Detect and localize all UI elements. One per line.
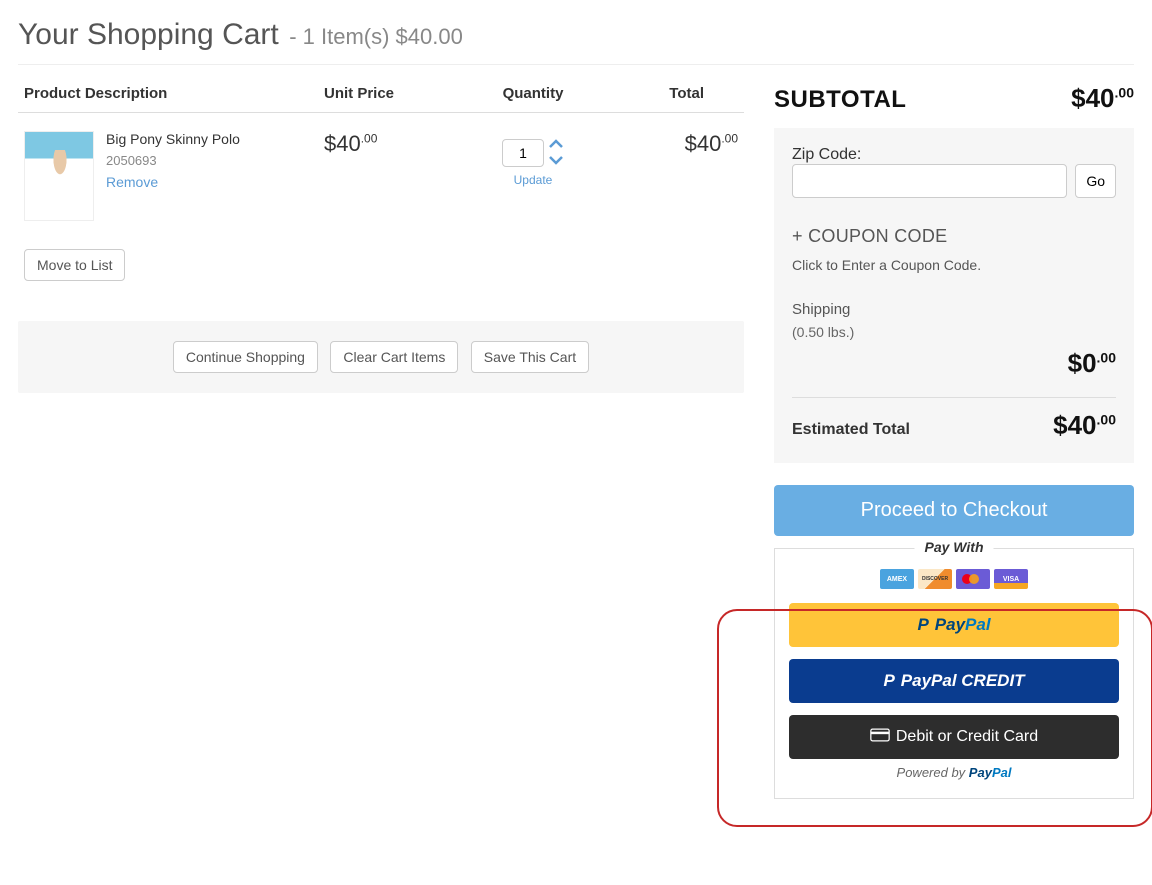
visa-icon: VISA bbox=[994, 569, 1028, 589]
summary-panel: Zip Code: Go + COUPON CODE Click to Ente… bbox=[774, 128, 1134, 463]
zip-label: Zip Code: bbox=[792, 146, 861, 163]
table-row: Big Pony Skinny Polo 2050693 Remove $40.… bbox=[18, 113, 744, 232]
qty-up-icon[interactable] bbox=[548, 137, 564, 153]
page-title-sub: - 1 Item(s) $40.00 bbox=[289, 24, 463, 49]
mastercard-icon bbox=[956, 569, 990, 589]
subtotal-row: SUBTOTAL $40.00 bbox=[774, 75, 1134, 128]
paypal-credit-button[interactable]: P PayPal CREDIT bbox=[789, 659, 1119, 703]
cart-table: Product Description Unit Price Quantity … bbox=[18, 75, 744, 291]
debit-credit-button[interactable]: Debit or Credit Card bbox=[789, 715, 1119, 759]
shipping-label: Shipping bbox=[792, 301, 1116, 318]
discover-icon: DISCOVER bbox=[918, 569, 952, 589]
page-title-row: Your Shopping Cart - 1 Item(s) $40.00 bbox=[18, 0, 1134, 65]
pay-with-box: Pay With AMEX DISCOVER VISA P PayPal P P… bbox=[774, 548, 1134, 799]
card-icon bbox=[870, 728, 890, 747]
col-quantity: Quantity bbox=[468, 75, 598, 113]
paypal-logo-icon: P bbox=[883, 671, 894, 691]
zip-input[interactable] bbox=[792, 164, 1067, 198]
coupon-subtext: Click to Enter a Coupon Code. bbox=[792, 257, 1116, 273]
subtotal-amount: $40.00 bbox=[1071, 83, 1134, 114]
qty-down-icon[interactable] bbox=[548, 153, 564, 169]
line-total: $40.00 bbox=[685, 131, 738, 156]
estimated-total-label: Estimated Total bbox=[792, 421, 910, 439]
shipping-amount: $0.00 bbox=[1068, 348, 1116, 378]
divider bbox=[792, 397, 1116, 398]
col-unit-price: Unit Price bbox=[318, 75, 468, 113]
col-description: Product Description bbox=[18, 75, 318, 113]
estimated-total-amount: $40.00 bbox=[1053, 410, 1116, 441]
pay-with-label: Pay With bbox=[915, 539, 994, 555]
cart-actions-bar: Continue Shopping Clear Cart Items Save … bbox=[18, 321, 744, 393]
amex-icon: AMEX bbox=[880, 569, 914, 589]
update-link[interactable]: Update bbox=[474, 173, 592, 187]
page-title: Your Shopping Cart bbox=[18, 18, 279, 51]
product-thumbnail[interactable] bbox=[24, 131, 94, 221]
zip-go-button[interactable]: Go bbox=[1075, 164, 1116, 198]
shipping-weight: (0.50 lbs.) bbox=[792, 324, 1116, 340]
coupon-toggle[interactable]: + COUPON CODE bbox=[792, 226, 1116, 247]
remove-link[interactable]: Remove bbox=[106, 174, 240, 190]
subtotal-label: SUBTOTAL bbox=[774, 86, 906, 114]
table-row: Move to List bbox=[18, 231, 744, 291]
col-total: Total bbox=[598, 75, 744, 113]
save-cart-button[interactable]: Save This Cart bbox=[471, 341, 589, 373]
card-icons-row: AMEX DISCOVER VISA bbox=[789, 569, 1119, 589]
unit-price: $40.00 bbox=[324, 131, 377, 156]
paypal-button[interactable]: P PayPal bbox=[789, 603, 1119, 647]
continue-shopping-button[interactable]: Continue Shopping bbox=[173, 341, 318, 373]
move-to-list-button[interactable]: Move to List bbox=[24, 249, 125, 281]
quantity-input[interactable] bbox=[502, 139, 544, 167]
powered-by-label: Powered by PayPal bbox=[789, 765, 1119, 780]
paypal-logo-icon: P bbox=[917, 615, 928, 635]
product-name[interactable]: Big Pony Skinny Polo bbox=[106, 131, 240, 147]
proceed-checkout-button[interactable]: Proceed to Checkout bbox=[774, 485, 1134, 536]
clear-cart-button[interactable]: Clear Cart Items bbox=[330, 341, 458, 373]
product-sku: 2050693 bbox=[106, 153, 240, 168]
